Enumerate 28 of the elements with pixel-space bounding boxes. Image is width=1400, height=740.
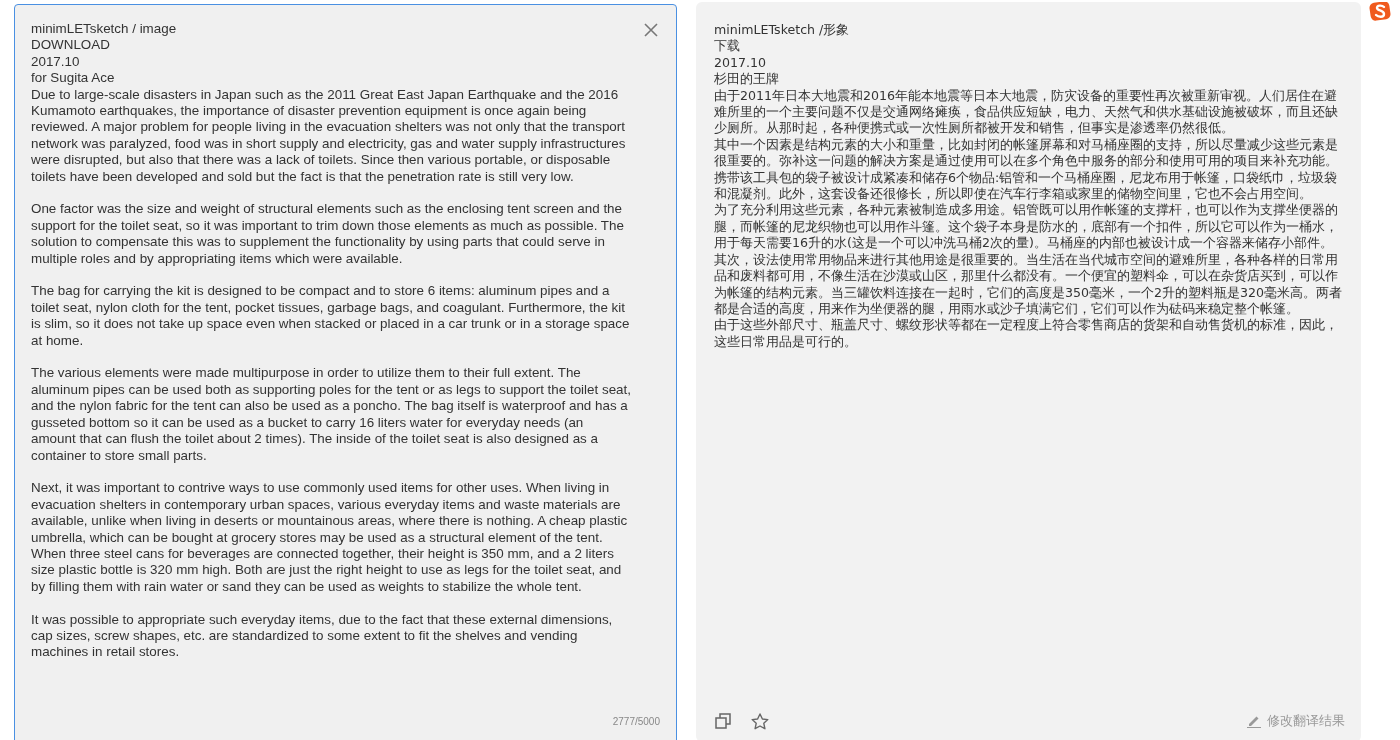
source-paragraph: The bag for carrying the kit is designed to be compact and to store 6 items: aluminum pipes and a toilet seat, nylon cloth for the tent, pocket tissues, garbage bags, and coagulant. Furthermore, the kit is slim, so it does not take up space even when stacked or placed in a car trunk or in a storage space at home.	[31, 283, 631, 350]
source-text-panel[interactable]	[14, 4, 677, 740]
translation-paragraph: 为了充分利用这些元素，各种元素被制造成多用途。铝管既可以用作帐篷的支撑杆，也可以作为支撑坐便器的腿，而帐篷的尼龙织物也可以用作斗篷。这个袋子本身是防水的，底部有一个扣件，所以它可以作为一桶水，用于每天需要16升的水(这是一个可以冲洗马桶2次的量)。马桶座的内部也被设计成一个容器来储存小部件。	[714, 202, 1339, 252]
source-heading-line: minimLETsketch / image	[31, 21, 178, 38]
pencil-icon	[1247, 714, 1261, 728]
edit-translation-button[interactable]: 修改翻译结果	[1247, 712, 1345, 730]
translation-heading-line: 下载	[714, 38, 741, 55]
translation-paragraph: 其次，设法使用常用物品来进行其他用途是很重要的。当生活在当代城市空间的避难所里，各种各样的日常用品和废料都可用，不像生活在沙漠或山区，那里什么都没有。一个便宜的塑料伞，可以在杂货店买到，可以作为帐篷的结构元素。当三罐饮料连接在一起时，它们的高度是350毫米，一个2升的塑料瓶是320毫米高。两者都是合适的高度，用来作为坐便器的腿，用雨水或沙子填满它们，它们可以作为砝码来稳定整个帐篷。	[714, 251, 1343, 318]
translation-heading-line: minimLETsketch /形象	[714, 22, 851, 39]
source-paragraph: Due to large-scale disasters in Japan such as the 2011 Great East Japan Earthquake and the 2016 Kumamoto earthquakes, the importance of disaster prevention equipment is once again being reviewed. A major problem for people living in the evacuation shelters was not only that the transport network was paralyzed, food was in short supply and electricity, gas and water supply infrastructures were disrupted, but also that there was a lack of toilets. Since then various portable, or disposable toilets have been developed and sold but the fact is that the penetration rate is still very low.	[31, 86, 627, 186]
logo-icon[interactable]	[1369, 2, 1391, 22]
star-icon[interactable]	[751, 712, 769, 730]
source-paragraph: One factor was the size and weight of structural elements such as the enclosing tent screen and the support for the toilet seat, so it was important to trim down those elements as much as possible. The solution to compensate this was to supplement the functionality by using parts that could serve in multiple roles and by appropriating items which were available.	[31, 201, 625, 268]
source-heading-line: 2017.10	[31, 53, 81, 71]
source-paragraph: It was possible to appropriate such everyday items, due to the fact that these external dimensions, cap sizes, screw shapes, etc. are standardized to some extent to fit the shelves and vending machines in retail stores.	[31, 611, 614, 661]
character-count: 2777/5000	[612, 716, 660, 727]
translation-heading-line: 杉田的王牌	[714, 71, 780, 88]
source-paragraph: The various elements were made multipurpose in order to utilize them to their full extent. The aluminum pipes can be used both as supporting poles for the tent or as legs to support the toilet seat, and the nylon fabric for the tent can also be used as a poncho. The bag itself is waterproof and has a gusseted bottom so it can be used as a bucket to carry 16 liters water for everyday needs (an amount that can flush the toilet about 2 times). The inside of the toilet seat is also designed as a container to store small parts.	[31, 365, 631, 464]
translation-paragraph: 其中一个因素是结构元素的大小和重量，比如封闭的帐篷屏幕和对马桶座圈的支持，所以尽量减少这些元素是很重要的。弥补这一问题的解决方案是通过使用可以在多个角色中服务的部分和使用可用的项目来补充功能。	[714, 136, 1339, 170]
translation-paragraph: 携带该工具包的袋子被设计成紧凑和储存6个物品:铝管和一个马桶座圈，尼龙布用于帐篷，口袋纸巾，垃圾袋和混凝剂。此外，这套设备还很修长，所以即使在汽车行李箱或家里的储物空间里，它也不会占用空间。	[714, 169, 1339, 203]
copy-icon[interactable]	[715, 713, 731, 729]
translation-paragraph: 由于这些外部尺寸、瓶盖尺寸、螺纹形状等都在一定程度上符合零售商店的货架和自动售货机的标准，因此，这些日常用品是可行的。	[714, 317, 1339, 351]
source-heading-line: DOWNLOAD	[31, 37, 111, 54]
translation-heading-line: 2017.10	[714, 54, 768, 72]
source-paragraph: Next, it was important to contrive ways to use commonly used items for other uses. When living in evacuation shelters in contemporary urban spaces, various everyday items and waste materials are available, unlike when living in deserts or mountainous areas, where there is nothing. A cheap plastic umbrella, which can be bought at grocery stores may be used as a structural element of the tent. When three steel cans for beverages are connected together, their height is 350 mm, and a 2 liters size plastic bottle is 320 mm high. Both are just the right height to use as legs for the toilet seat, and by filling them with rain water or sand they can be used as weights to stabilize the whole tent.	[31, 480, 629, 596]
source-heading-line: for Sugita Ace	[31, 70, 116, 87]
close-icon[interactable]	[644, 23, 658, 37]
translation-paragraph: 由于2011年日本大地震和2016年能本地震等日本大地震，防灾设备的重要性再次被重新审视。人们居住在避难所里的一个主要问题不仅是交通网络瘫痪，食品供应短缺，电力、天然气和供水基础设施被破坏，而且还缺少厕所。从那时起，各种便携式或一次性厕所都被开发和销售，但事实是渗透率仍然很低。	[714, 87, 1339, 137]
